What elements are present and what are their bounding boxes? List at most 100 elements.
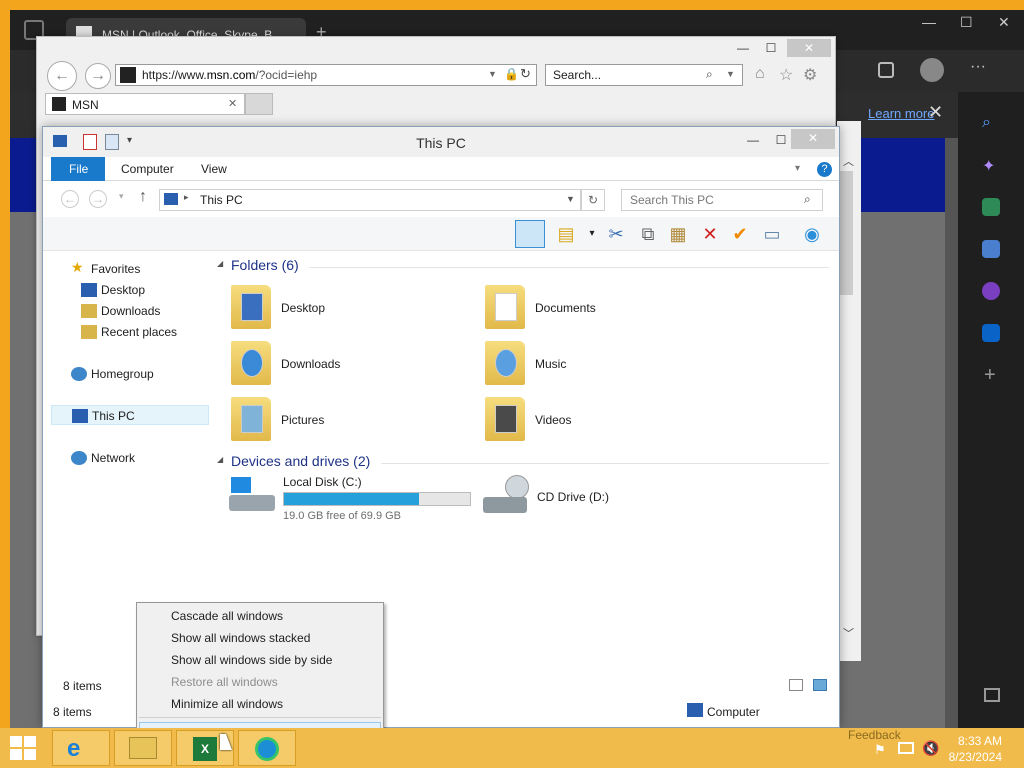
profile-avatar[interactable] [920,58,944,82]
search-icon[interactable]: ⌕ [982,114,1000,132]
large-icons-view-icon[interactable] [813,679,827,691]
search-icon[interactable]: ⌕ [706,67,713,82]
menu-show-stacked[interactable]: Show all windows stacked [139,627,381,649]
network-status-icon[interactable] [898,742,914,754]
drive-local-disk[interactable]: Local Disk (C:) 19.0 GB free of 69.9 GB [229,475,479,527]
nav-favorites[interactable]: ★ Favorites [51,259,209,279]
check-icon[interactable]: ✔ [729,223,751,245]
copy-icon[interactable]: ⧉ [637,223,659,245]
folder-pictures[interactable]: Pictures [231,397,471,449]
nav-desktop[interactable]: Desktop [51,280,209,300]
cut-icon[interactable]: ✂ [605,223,627,245]
edge-close-button[interactable]: ✕ [998,14,1010,31]
ie-search-box[interactable]: Search... ⌕ ▼ [545,64,743,86]
preview-pane-icon[interactable] [515,220,545,248]
edge-maximize-button[interactable]: ☐ [960,14,973,31]
ie-new-tab-button[interactable] [245,93,273,115]
ie-close-button[interactable]: ✕ [787,39,831,57]
explorer-refresh-button[interactable]: ↻ [581,189,605,211]
nav-recent-places[interactable]: Recent places [51,322,209,342]
office-icon[interactable] [982,282,1000,300]
nav-downloads[interactable]: Downloads [51,301,209,321]
copilot-icon[interactable]: ✦ [982,156,1000,175]
settings-gear-icon[interactable]: ⚙ [803,65,817,85]
collections-icon[interactable] [878,62,894,78]
explorer-forward-button[interactable]: → [89,190,107,208]
folders-group-header[interactable]: Folders (6) [231,257,299,273]
outlook-icon[interactable] [982,324,1000,342]
address-dropdown-icon[interactable]: ▼ [566,194,575,204]
edge-minimize-button[interactable]: — [922,14,936,30]
explorer-address-bar[interactable]: ▸ This PC ▼ [159,189,581,211]
paste-icon[interactable]: ▦ [667,223,689,245]
explorer-close-button[interactable]: ✕ [791,129,835,149]
explorer-minimize-button[interactable]: — [739,131,767,149]
ie-minimize-button[interactable]: — [729,39,757,57]
tab-close-icon[interactable]: ✕ [228,97,237,110]
ie-scrollbar[interactable]: ︿ ﹀ [837,121,861,661]
add-icon[interactable]: + [984,364,996,387]
breadcrumb[interactable]: This PC [200,193,243,207]
menu-minimize-all[interactable]: Minimize all windows [139,693,381,715]
people-icon[interactable] [982,240,1000,258]
scroll-down-icon[interactable]: ﹀ [843,625,854,641]
folder-music[interactable]: Music [485,341,725,393]
details-view-icon[interactable] [789,679,803,691]
collapse-folders-icon[interactable]: ◢ [217,259,223,268]
taskbar-file-explorer[interactable] [114,730,172,766]
collapse-devices-icon[interactable]: ◢ [217,455,223,464]
ie-maximize-button[interactable]: ☐ [757,39,785,57]
ie-address-bar[interactable]: https://www.msn.com/?ocid=iehp ▼ 🔒 ↻ [115,64,537,86]
forward-button[interactable]: → [85,63,111,89]
nav-homegroup[interactable]: Homegroup [51,364,209,384]
devices-group-header[interactable]: Devices and drives (2) [231,453,370,469]
folder-desktop[interactable]: Desktop [231,285,471,337]
nav-this-pc[interactable]: This PC [51,405,209,425]
recent-locations-icon[interactable]: ▾ [119,191,124,202]
expand-ribbon-icon[interactable]: ▾ [795,163,800,174]
rename-icon[interactable]: ▭ [761,223,783,245]
lock-icon[interactable]: 🔒 [504,67,519,81]
tools-icon[interactable] [982,198,1000,216]
volume-muted-icon[interactable]: 🔇 [922,740,939,757]
menu-cascade-windows[interactable]: Cascade all windows [139,605,381,627]
help-icon[interactable]: ? [817,162,832,177]
start-button[interactable] [10,736,38,760]
action-center-flag-icon[interactable]: ⚑ [874,742,886,758]
toolbar-dropdown-icon[interactable]: ▾ [581,223,603,245]
search-dropdown-icon[interactable]: ▼ [726,69,735,79]
explorer-back-button[interactable]: ← [61,190,79,208]
home-icon[interactable]: ⌂ [755,65,765,83]
scroll-up-icon[interactable]: ︿ [843,153,854,169]
feedback-button[interactable]: Feedback [848,728,901,742]
folder-videos[interactable]: Videos [485,397,725,449]
menu-show-side-by-side[interactable]: Show all windows side by side [139,649,381,671]
breadcrumb-chevron-icon[interactable]: ▸ [184,192,189,203]
folder-downloads[interactable]: Downloads [231,341,471,393]
folder-documents[interactable]: Documents [485,285,725,337]
back-button[interactable]: ← [47,61,77,91]
nav-network[interactable]: Network [51,448,209,468]
address-dropdown-icon[interactable]: ▼ [488,69,497,79]
tab-view[interactable]: View [187,157,241,181]
up-arrow-icon[interactable]: ↑ [139,188,147,206]
ie-tab-msn[interactable]: MSN ✕ [45,93,245,115]
drive-cd[interactable]: CD Drive (D:) [483,475,723,527]
folder-check-icon[interactable]: ▤ [555,223,577,245]
favorites-star-icon[interactable]: ☆ [779,65,793,85]
taskbar-edge[interactable] [238,730,296,766]
refresh-icon[interactable]: ↻ [520,66,531,82]
delete-icon[interactable]: ✕ [699,223,721,245]
tab-file[interactable]: File [51,157,105,181]
scroll-thumb[interactable] [839,171,853,295]
explorer-search-box[interactable]: Search This PC ⌕ [621,189,823,211]
learn-more-link[interactable]: Learn more [868,106,934,121]
sidebar-toggle-icon[interactable] [984,688,1000,702]
clock-time[interactable]: 8:33 AM [940,734,1002,748]
banner-close-icon[interactable]: ✕ [928,102,943,123]
taskbar-ie[interactable]: e [52,730,110,766]
more-options-icon[interactable]: ··· [970,58,986,76]
clock-date[interactable]: 8/23/2024 [940,750,1002,764]
tab-computer[interactable]: Computer [107,157,188,181]
shell-icon[interactable]: ◉ [801,223,823,245]
